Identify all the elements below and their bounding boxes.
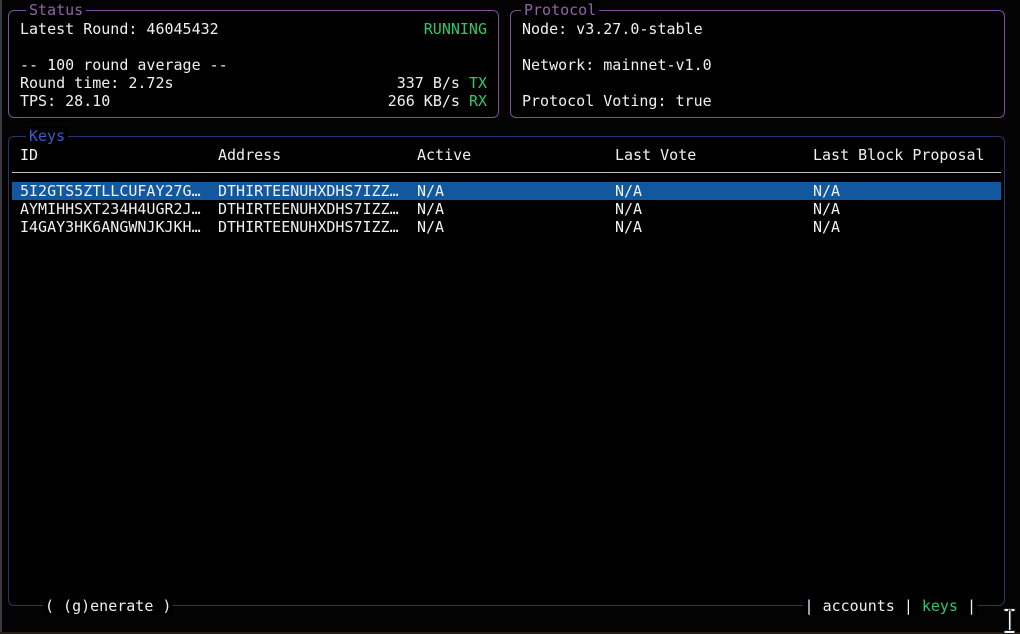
cell-address: DTHIRTEENUHXDHS7IZZ… <box>218 218 417 236</box>
cell-last-block-proposal: N/A <box>813 218 1001 236</box>
column-header-id: ID <box>20 146 218 164</box>
keys-panel: Keys ID Address Active Last Vote Last Bl… <box>8 136 1005 606</box>
view-tab-bar: |accounts|keys| <box>803 597 978 615</box>
tab-separator: | <box>805 597 814 615</box>
column-header-address: Address <box>218 146 417 164</box>
cell-last-vote: N/A <box>615 182 813 200</box>
cell-active: N/A <box>417 218 615 236</box>
protocol-panel-title: Protocol <box>521 1 599 19</box>
keys-panel-title: Keys <box>26 127 68 145</box>
cell-active: N/A <box>417 200 615 218</box>
latest-round-text: Latest Round: 46045432 <box>20 20 219 38</box>
protocol-panel: Protocol Node: v3.27.0-stable Network: m… <box>510 10 1005 118</box>
tab-separator: | <box>967 597 976 615</box>
rx-rate-label: RX <box>460 92 487 110</box>
rx-rate: 266 KB/sRX <box>388 92 487 110</box>
tab-accounts[interactable]: accounts <box>814 597 904 615</box>
table-row-selected[interactable]: 5I2GTS5ZTLLCUFAY27G… DTHIRTEENUHXDHS7IZZ… <box>12 182 1001 200</box>
tab-keys[interactable]: keys <box>913 597 967 615</box>
cell-id: AYMIHHSXT234H4UGR2J… <box>20 200 218 218</box>
column-header-last-vote: Last Vote <box>615 146 813 164</box>
cell-id: I4GAY3HK6ANGWNJKJKH… <box>20 218 218 236</box>
cell-last-vote: N/A <box>615 218 813 236</box>
running-status-badge: RUNNING <box>424 20 487 38</box>
status-panel: Status Latest Round: 46045432 RUNNING --… <box>8 10 499 118</box>
tx-rate-label: TX <box>460 74 487 92</box>
tx-rate: 337 B/sTX <box>397 74 487 92</box>
cell-last-block-proposal: N/A <box>813 200 1001 218</box>
cell-last-block-proposal: N/A <box>813 182 1001 200</box>
protocol-voting-text: Protocol Voting: true <box>522 92 712 110</box>
column-header-last-block-proposal: Last Block Proposal <box>813 146 1001 164</box>
status-panel-title: Status <box>26 1 86 19</box>
keys-table: ID Address Active Last Vote Last Block P… <box>9 137 1004 236</box>
round-time-text: Round time: 2.72s <box>20 74 174 92</box>
column-header-active: Active <box>417 146 615 164</box>
header-separator-line <box>12 164 1001 182</box>
cell-id: 5I2GTS5ZTLLCUFAY27G… <box>20 182 218 200</box>
network-text: Network: mainnet-v1.0 <box>522 56 712 74</box>
tab-separator: | <box>904 597 913 615</box>
cell-active: N/A <box>417 182 615 200</box>
generate-button[interactable]: ( (g)enerate ) <box>43 597 173 615</box>
cell-last-vote: N/A <box>615 200 813 218</box>
cell-address: DTHIRTEENUHXDHS7IZZ… <box>218 200 417 218</box>
table-row[interactable]: AYMIHHSXT234H4UGR2J… DTHIRTEENUHXDHS7IZZ… <box>12 200 1001 218</box>
rx-rate-value: 266 KB/s <box>388 92 460 110</box>
terminal-left-edge <box>0 0 2 634</box>
keys-table-header-row: ID Address Active Last Vote Last Block P… <box>12 146 1001 164</box>
tps-text: TPS: 28.10 <box>20 92 110 110</box>
table-row[interactable]: I4GAY3HK6ANGWNJKJKH… DTHIRTEENUHXDHS7IZZ… <box>12 218 1001 236</box>
cell-address: DTHIRTEENUHXDHS7IZZ… <box>218 182 417 200</box>
node-version-text: Node: v3.27.0-stable <box>522 20 703 38</box>
tx-rate-value: 337 B/s <box>397 74 460 92</box>
round-average-header: -- 100 round average -- <box>20 56 228 74</box>
text-ibeam-cursor <box>1002 608 1018 634</box>
